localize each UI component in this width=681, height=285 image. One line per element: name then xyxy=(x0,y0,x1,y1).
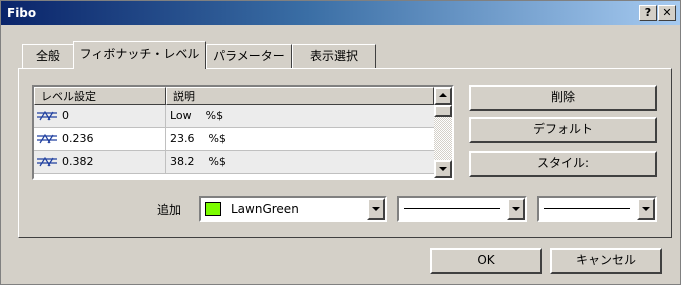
chevron-down-icon xyxy=(512,207,520,211)
tab-general[interactable]: 全般 xyxy=(22,44,74,68)
level-value: 0 xyxy=(62,109,69,122)
title-bar[interactable]: Fibo ? ✕ xyxy=(1,1,680,25)
ok-button[interactable]: OK xyxy=(430,248,542,274)
column-header-level[interactable]: レベル設定 xyxy=(34,87,166,105)
column-divider xyxy=(165,128,166,150)
table-row[interactable]: 0.382 38.2 %$ xyxy=(34,151,434,174)
window-title: Fibo xyxy=(7,6,37,20)
line-width-select[interactable] xyxy=(537,196,657,222)
chevron-down-icon xyxy=(642,207,650,211)
levels-list[interactable]: レベル設定 説明 0 Low %$ 0.236 23.6 %$ 0.382 38… xyxy=(32,85,454,180)
fibo-level-icon xyxy=(37,157,57,167)
cancel-button[interactable]: キャンセル xyxy=(550,248,662,274)
level-cell: 0.382 xyxy=(36,155,94,168)
tab-parameters[interactable]: パラメーター xyxy=(206,44,292,68)
color-name: LawnGreen xyxy=(231,202,299,216)
line-style-arrow[interactable] xyxy=(507,198,525,220)
line-width-arrow[interactable] xyxy=(637,198,655,220)
style-button[interactable]: スタイル: xyxy=(469,151,657,177)
level-value: 0.236 xyxy=(62,132,94,145)
delete-button[interactable]: 削除 xyxy=(469,85,657,111)
column-header-description[interactable]: 説明 xyxy=(166,87,434,105)
add-label: 追加 xyxy=(157,203,182,217)
line-width-preview xyxy=(544,208,630,209)
color-swatch xyxy=(205,202,221,216)
column-divider xyxy=(165,105,166,127)
tab-fibonacci-levels[interactable]: フィボナッチ・レベル xyxy=(73,41,206,69)
chevron-down-icon xyxy=(372,207,380,211)
column-divider xyxy=(165,151,166,173)
line-style-preview xyxy=(404,208,500,209)
description-cell: Low %$ xyxy=(170,109,224,122)
line-style-select[interactable] xyxy=(397,196,527,222)
vertical-scrollbar[interactable] xyxy=(434,87,452,178)
levels-list-header: レベル設定 説明 xyxy=(34,87,434,105)
close-button[interactable]: ✕ xyxy=(658,5,676,21)
scroll-up-button[interactable] xyxy=(434,87,452,105)
level-value: 0.382 xyxy=(62,155,94,168)
description-cell: 23.6 %$ xyxy=(170,132,226,145)
tab-visualization[interactable]: 表示選択 xyxy=(292,44,376,68)
level-cell: 0.236 xyxy=(36,132,94,145)
table-row[interactable]: 0.236 23.6 %$ xyxy=(34,128,434,151)
help-button[interactable]: ? xyxy=(639,5,657,21)
table-row[interactable]: 0 Low %$ xyxy=(34,105,434,128)
scroll-down-button[interactable] xyxy=(434,160,452,178)
description-cell: 38.2 %$ xyxy=(170,155,226,168)
level-cell: 0 xyxy=(36,109,69,122)
fibo-level-icon xyxy=(37,111,57,121)
default-button[interactable]: デフォルト xyxy=(469,117,657,143)
fibo-level-icon xyxy=(37,134,57,144)
arrow-down-icon xyxy=(439,167,447,171)
arrow-up-icon xyxy=(439,93,447,97)
scroll-thumb[interactable] xyxy=(434,105,452,117)
color-select[interactable]: LawnGreen xyxy=(199,196,387,222)
color-select-arrow[interactable] xyxy=(367,198,385,220)
